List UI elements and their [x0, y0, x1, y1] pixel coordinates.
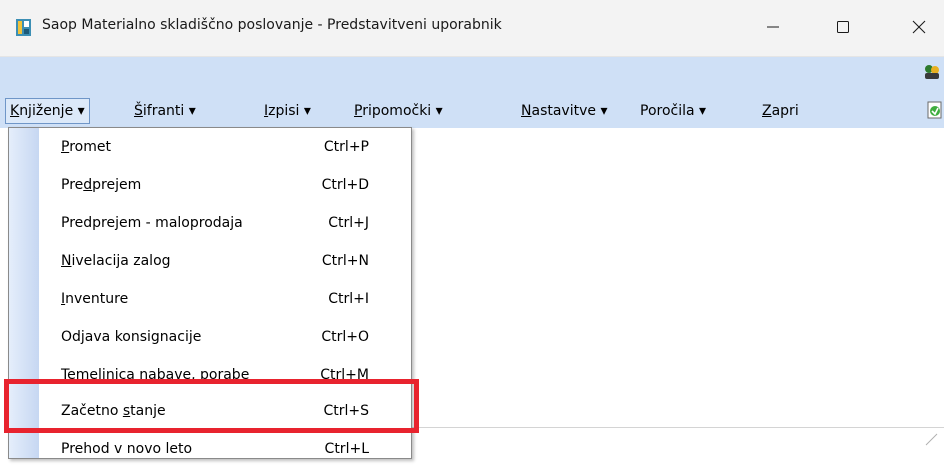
menu-item-odjava-konsignacije[interactable]: Odjava konsignacije Ctrl+O — [39, 318, 411, 356]
maximize-button[interactable] — [820, 6, 866, 48]
menu-sifranti[interactable]: Šifranti ▾ — [130, 98, 200, 124]
maximize-icon — [837, 21, 849, 33]
menu-item-shortcut: Ctrl+J — [328, 215, 369, 231]
menu-item-label: Inventure — [61, 291, 129, 307]
menu-pripomocki[interactable]: Pripomočki ▾ — [350, 98, 447, 124]
menu-item-prehod-v-novo-leto[interactable]: Prehod v novo leto Ctrl+L — [39, 430, 411, 468]
toolbar — [0, 57, 944, 91]
menu-item-shortcut: Ctrl+N — [321, 253, 369, 269]
refresh-document-icon[interactable] — [926, 101, 944, 119]
menu-nastavitve[interactable]: Nastavitve ▾ — [517, 98, 611, 124]
menu-item-label: Predprejem - maloprodaja — [61, 215, 243, 231]
resize-grip-icon[interactable] — [924, 432, 938, 446]
menu-izpisi[interactable]: Izpisi ▾ — [260, 98, 315, 124]
menu-porocila[interactable]: Poročila ▾ — [636, 98, 710, 124]
menu-item-shortcut: Ctrl+I — [328, 291, 369, 307]
highlight-box — [4, 379, 419, 433]
menu-item-shortcut: Ctrl+O — [321, 329, 369, 345]
menu-item-promet[interactable]: Promet Ctrl+P — [39, 128, 411, 166]
close-icon — [912, 20, 926, 34]
menu-item-label: Promet — [61, 139, 111, 155]
menu-item-label: Prehod v novo leto — [61, 441, 193, 457]
menu-item-label: Predprejem — [61, 177, 142, 193]
minimize-button[interactable] — [750, 6, 796, 48]
menu-item-inventure[interactable]: Inventure Ctrl+I — [39, 280, 411, 318]
menu-item-label: Odjava konsignacije — [61, 329, 202, 345]
users-icon[interactable] — [923, 64, 941, 80]
menu-item-shortcut: Ctrl+P — [323, 139, 369, 155]
title-bar: Saop Materialno skladiščno poslovanje - … — [0, 0, 944, 57]
menu-item-shortcut: Ctrl+D — [321, 177, 369, 193]
menu-item-shortcut: Ctrl+L — [324, 441, 369, 457]
window-title: Saop Materialno skladiščno poslovanje - … — [42, 17, 502, 33]
menu-item-nivelacija-zalog[interactable]: Nivelacija zalog Ctrl+N — [39, 242, 411, 280]
minimize-icon — [767, 26, 779, 28]
divider — [410, 427, 944, 428]
menu-zapri[interactable]: Zapri — [758, 98, 803, 124]
menu-item-predprejem-maloprodaja[interactable]: Predprejem - maloprodaja Ctrl+J — [39, 204, 411, 242]
menu-item-label: Nivelacija zalog — [61, 253, 171, 269]
menu-item-predprejem[interactable]: Predprejem Ctrl+D — [39, 166, 411, 204]
menu-knjizenje[interactable]: Knjiženje ▾ — [5, 98, 90, 124]
app-logo-icon — [16, 19, 31, 36]
close-button[interactable] — [896, 6, 942, 48]
